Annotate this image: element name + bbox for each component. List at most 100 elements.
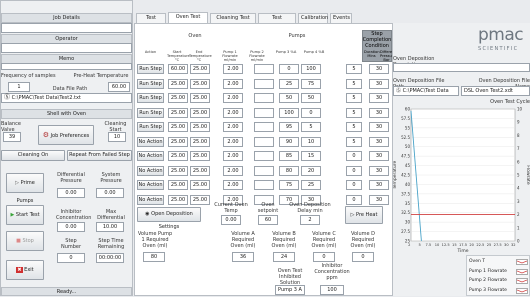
cell-p1[interactable]: 2.00: [223, 64, 243, 74]
cell-dur[interactable]: 5: [346, 107, 362, 118]
cell-start[interactable]: 25.00: [168, 165, 188, 176]
row-action-button[interactable]: Run Step: [137, 122, 164, 132]
cell-p4[interactable]: 75: [301, 78, 321, 89]
cell-p4[interactable]: 50: [301, 93, 321, 103]
row-action-button[interactable]: No Action: [137, 151, 164, 161]
row-action-button[interactable]: No Action: [137, 194, 164, 205]
cell-p1[interactable]: 2.00: [223, 93, 243, 103]
job-preferences-button[interactable]: ⚙ Job Preferences: [38, 125, 94, 145]
row-action-button[interactable]: No Action: [137, 136, 164, 147]
cell-p4[interactable]: 5: [301, 122, 321, 132]
cell-dur[interactable]: 0: [346, 151, 362, 161]
open-deposition-settings-button[interactable]: ◉ Open Deposition Settings: [137, 207, 201, 230]
cell-diff[interactable]: 30: [369, 107, 389, 118]
cell-start[interactable]: 25.00: [168, 136, 188, 147]
repeat-failed-step-button[interactable]: Repeat From Failed Step: [67, 150, 132, 161]
tab-cleaning-test-screen[interactable]: Cleaning Test Screen: [210, 13, 256, 30]
cell-p2[interactable]: [254, 64, 274, 74]
row-action-button[interactable]: Run Step: [137, 107, 164, 118]
cell-p4[interactable]: 15: [301, 151, 321, 161]
pre-heat-value[interactable]: 60.00: [108, 82, 130, 92]
cell-diff[interactable]: 30: [369, 151, 389, 161]
oven-dep-name-field[interactable]: DSL Oven Test2.xdt: [461, 86, 530, 96]
cell-diff[interactable]: 30: [369, 122, 389, 132]
cell-end[interactable]: 25.00: [190, 180, 210, 190]
data-file-path-field[interactable]: Ⓢ C:\PMAC\Test Data\Test2.txt: [1, 93, 132, 103]
cell-p1[interactable]: 2.00: [223, 78, 243, 89]
exit-button[interactable]: ✖ Exit: [6, 260, 44, 280]
cell-p4[interactable]: 25: [301, 180, 321, 190]
start-test-button[interactable]: ▶ Start Test: [6, 205, 44, 225]
tab-calibration[interactable]: Calibration: [298, 13, 328, 23]
cell-p1[interactable]: 2.00: [223, 136, 243, 147]
cleaning-start-value[interactable]: 10: [108, 132, 126, 142]
cell-p2[interactable]: [254, 165, 274, 176]
cell-p2[interactable]: [254, 78, 274, 89]
max-diff-value[interactable]: 10.00: [96, 222, 124, 232]
cell-end[interactable]: 25.00: [190, 107, 210, 118]
tab-events[interactable]: Events: [330, 13, 352, 23]
cell-end[interactable]: 25.00: [190, 136, 210, 147]
row-action-button[interactable]: Run Step: [137, 78, 164, 89]
cell-start[interactable]: 25.00: [168, 107, 188, 118]
cell-end[interactable]: 25.00: [190, 194, 210, 205]
cell-start[interactable]: 25.00: [168, 122, 188, 132]
cell-diff[interactable]: 30: [369, 194, 389, 205]
cell-end[interactable]: 25.00: [190, 78, 210, 89]
cell-p3[interactable]: 95: [279, 122, 299, 132]
cell-p4[interactable]: 10: [301, 136, 321, 147]
row-action-button[interactable]: Run Step: [137, 64, 164, 74]
cell-p3[interactable]: 0: [279, 64, 299, 74]
cell-diff[interactable]: 30: [369, 93, 389, 103]
cleaning-on-button[interactable]: Cleaning On: [1, 150, 65, 161]
cell-dur[interactable]: 0: [346, 180, 362, 190]
folder-icon[interactable]: Ⓢ: [396, 88, 401, 94]
cell-p1[interactable]: 2.00: [223, 151, 243, 161]
cell-p1[interactable]: 2.00: [223, 122, 243, 132]
tab-oven-test-screen[interactable]: Oven Test Screen: [168, 12, 208, 29]
cell-start[interactable]: 25.00: [168, 194, 188, 205]
operator-field[interactable]: [1, 43, 132, 53]
cell-diff[interactable]: 30: [369, 136, 389, 147]
cell-p2[interactable]: [254, 93, 274, 103]
cell-end[interactable]: 25.00: [190, 122, 210, 132]
cell-diff[interactable]: 30: [369, 64, 389, 74]
cell-dur[interactable]: 5: [346, 64, 362, 74]
prime-pumps-button[interactable]: ▷ Prime Pumps: [6, 173, 44, 204]
cell-dur[interactable]: 5: [346, 122, 362, 132]
inhibitor-ppm-value[interactable]: 100: [320, 285, 344, 295]
cell-end[interactable]: 25.00: [190, 151, 210, 161]
oven-dep-path-field[interactable]: Ⓢ C:\PMAC\Test Data: [393, 86, 459, 96]
freq-value[interactable]: 1: [8, 82, 30, 92]
cell-p3[interactable]: 85: [279, 151, 299, 161]
oven-setpoint-value[interactable]: 60: [258, 215, 278, 225]
cell-p3[interactable]: 100: [279, 107, 299, 118]
cell-p3[interactable]: 90: [279, 136, 299, 147]
row-action-button[interactable]: No Action: [137, 180, 164, 190]
cell-p3[interactable]: 50: [279, 93, 299, 103]
cell-p4[interactable]: 0: [301, 107, 321, 118]
cell-end[interactable]: 25.00: [190, 93, 210, 103]
cell-p1[interactable]: 2.00: [223, 180, 243, 190]
balance-valve-value[interactable]: 39: [3, 132, 21, 142]
cell-p4[interactable]: 100: [301, 64, 321, 74]
cell-p3[interactable]: 80: [279, 165, 299, 176]
dep-delay-value[interactable]: 2: [300, 215, 320, 225]
cell-diff[interactable]: 30: [369, 180, 389, 190]
cell-p1[interactable]: 2.00: [223, 165, 243, 176]
cell-diff[interactable]: 30: [369, 165, 389, 176]
row-action-button[interactable]: Run Step: [137, 93, 164, 103]
cell-dur[interactable]: 0: [346, 194, 362, 205]
cell-dur[interactable]: 5: [346, 93, 362, 103]
cell-end[interactable]: 25.00: [190, 64, 210, 74]
job-details-field[interactable]: [1, 23, 132, 33]
memo-field[interactable]: [1, 63, 132, 70]
cell-end[interactable]: 25.00: [190, 165, 210, 176]
cell-p1[interactable]: 2.00: [223, 107, 243, 118]
cell-diff[interactable]: 30: [369, 78, 389, 89]
cell-dur[interactable]: 5: [346, 136, 362, 147]
cell-p2[interactable]: [254, 122, 274, 132]
cell-p2[interactable]: [254, 136, 274, 147]
cell-p4[interactable]: 20: [301, 165, 321, 176]
tab-test-screen[interactable]: Test Screen: [136, 13, 166, 30]
